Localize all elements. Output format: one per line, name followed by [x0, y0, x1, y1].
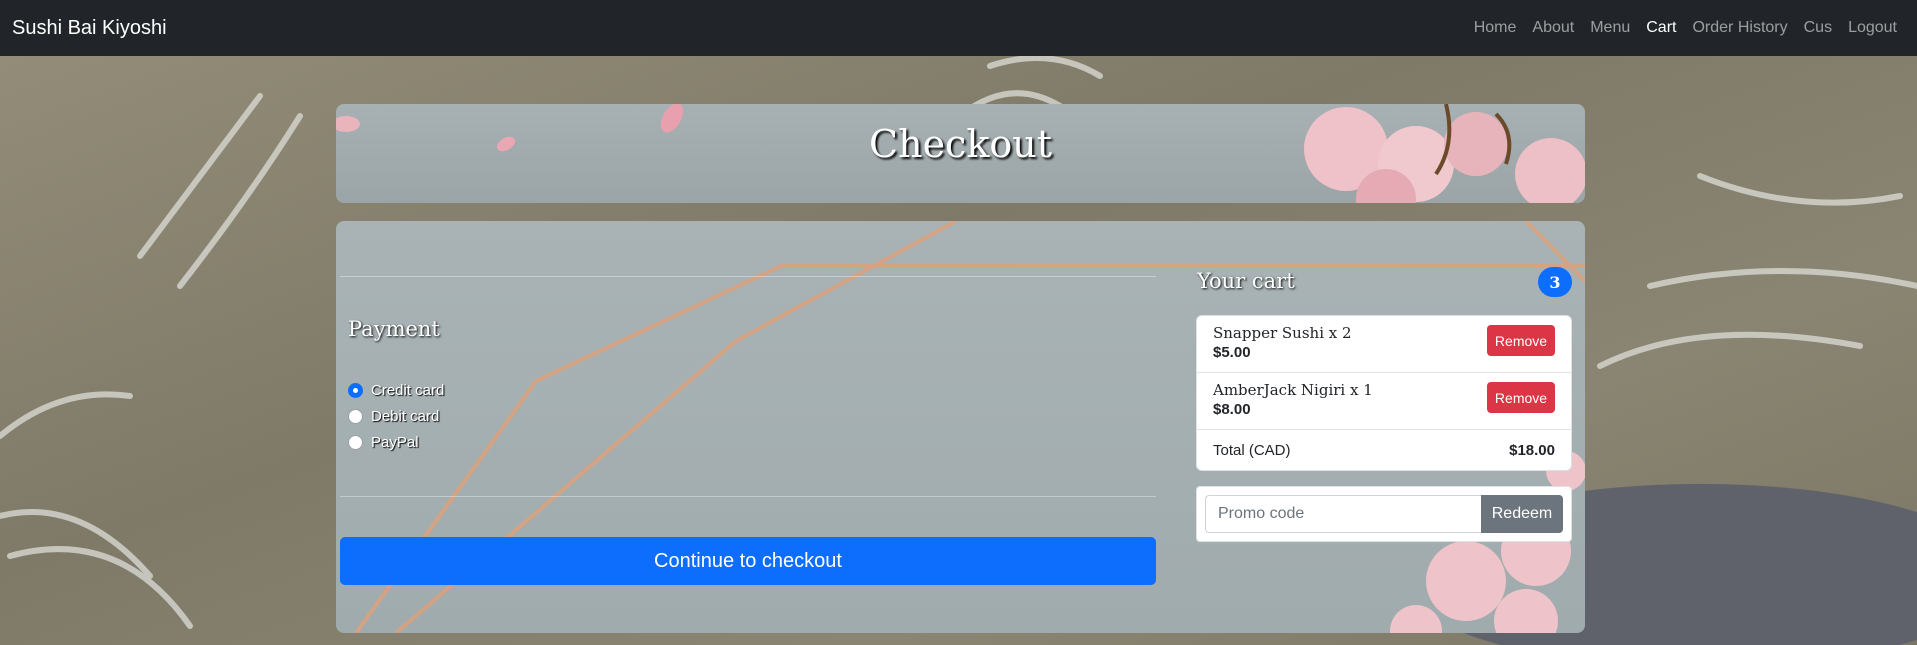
continue-to-checkout-button[interactable]: Continue to checkout — [340, 537, 1156, 585]
remove-item-button[interactable]: Remove — [1487, 325, 1555, 356]
radio-debit-card[interactable] — [348, 409, 363, 424]
nav-link-profile[interactable]: Cus — [1796, 19, 1840, 37]
cart-total-label: Total (CAD) — [1213, 441, 1291, 459]
cart-list: Snapper Sushi x 2 $5.00 Remove AmberJack… — [1196, 315, 1572, 471]
payment-divider-bottom — [340, 496, 1156, 497]
radio-credit-card[interactable] — [348, 383, 363, 398]
page-title: Checkout — [869, 122, 1052, 166]
cart-item: AmberJack Nigiri x 1 $8.00 Remove — [1197, 373, 1571, 430]
payment-option-label: Debit card — [371, 408, 440, 425]
cart-title: Your cart — [1197, 269, 1295, 293]
payment-title: Payment — [348, 317, 440, 341]
radio-paypal[interactable] — [348, 435, 363, 450]
remove-item-button[interactable]: Remove — [1487, 382, 1555, 413]
redeem-button[interactable]: Redeem — [1481, 495, 1563, 533]
payment-option-credit[interactable]: Credit card — [348, 382, 444, 399]
checkout-header-card: Checkout — [336, 104, 1585, 203]
payment-option-paypal[interactable]: PayPal — [348, 434, 419, 451]
promo-code-input[interactable] — [1205, 495, 1481, 533]
cart-total-value: $18.00 — [1509, 441, 1555, 459]
brand-logo[interactable]: Sushi Bai Kiyoshi — [12, 17, 167, 40]
payment-divider-top — [340, 276, 1156, 277]
nav-links: Home About Menu Cart Order History Cus L… — [1466, 19, 1905, 37]
payment-option-debit[interactable]: Debit card — [348, 408, 439, 425]
checkout-main-card: Payment Credit card Debit card PayPal Co… — [336, 221, 1585, 633]
nav-link-order-history[interactable]: Order History — [1684, 19, 1795, 37]
nav-link-about[interactable]: About — [1524, 19, 1582, 37]
nav-link-home[interactable]: Home — [1466, 19, 1525, 37]
cart-total-row: Total (CAD) $18.00 — [1197, 430, 1571, 470]
nav-link-logout[interactable]: Logout — [1840, 19, 1905, 37]
top-navbar: Sushi Bai Kiyoshi Home About Menu Cart O… — [0, 0, 1917, 56]
promo-code-form: Redeem — [1196, 486, 1572, 542]
nav-link-cart[interactable]: Cart — [1638, 19, 1684, 37]
cart-item: Snapper Sushi x 2 $5.00 Remove — [1197, 316, 1571, 373]
payment-option-label: Credit card — [371, 382, 445, 399]
payment-option-label: PayPal — [371, 434, 419, 451]
cart-count-badge: 3 — [1538, 267, 1572, 297]
nav-link-menu[interactable]: Menu — [1582, 19, 1638, 37]
